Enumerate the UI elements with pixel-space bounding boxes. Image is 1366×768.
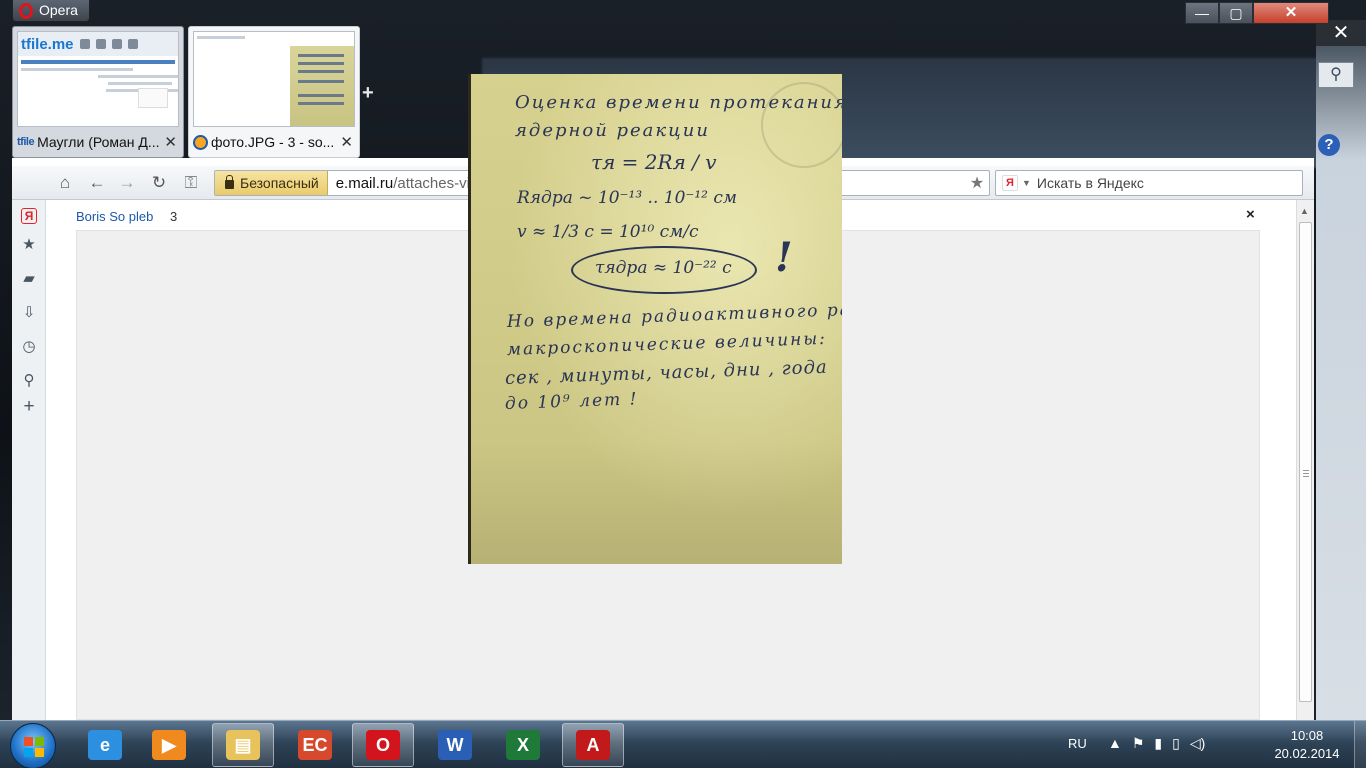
search-input[interactable]	[1036, 175, 1287, 191]
forward-icon[interactable]: →	[116, 172, 138, 194]
tab-thumbnail	[193, 31, 355, 127]
media-player-icon: ▶	[152, 730, 186, 760]
sidebar-bookmarks-icon[interactable]: ★	[18, 234, 40, 256]
tab-thumbnail: tfile.me	[17, 31, 179, 127]
tab-close-icon[interactable]: ✕	[164, 133, 177, 151]
photo-line: макроскопические величины:	[506, 328, 828, 360]
photo-line: Оценка времени протекания	[515, 92, 842, 113]
help-icon[interactable]: ?	[1318, 134, 1340, 156]
taskbar-app-media-player[interactable]: ▶	[138, 723, 200, 767]
tfile-favicon-icon: tfile	[17, 136, 35, 148]
background-window-right	[1316, 20, 1366, 720]
word-icon: W	[438, 730, 472, 760]
secure-label: Безопасный	[240, 175, 319, 191]
opera-menu-button[interactable]: Opera	[12, 0, 90, 22]
taskbar-app-presentation-app[interactable]: EC	[284, 723, 346, 767]
clock-date: 20.02.2014	[1274, 746, 1340, 761]
search-box[interactable]: Я ▼	[995, 170, 1303, 196]
network-icon[interactable]: ▮	[1154, 735, 1162, 752]
battery-icon[interactable]: ▯	[1172, 735, 1180, 752]
photo-line: !	[775, 234, 793, 281]
taskbar-app-internet-explorer[interactable]: e	[74, 723, 136, 767]
tab-photo[interactable]: фото.JPG - 3 - so... ✕	[188, 26, 360, 158]
close-button[interactable]: ✕	[1253, 2, 1329, 24]
attachment-count: 3	[170, 209, 178, 224]
minimize-button[interactable]: —	[1185, 2, 1219, 24]
chevron-down-icon[interactable]: ▼	[1022, 178, 1031, 188]
secure-badge[interactable]: Безопасный	[215, 171, 328, 195]
photo-line: сек , минуты, часы, дни , года	[504, 356, 829, 389]
sidebar-downloads-icon[interactable]: ⇩	[18, 302, 40, 324]
scroll-up-icon[interactable]: ▲	[1300, 206, 1309, 216]
start-button[interactable]	[10, 723, 56, 768]
viewer-close-button[interactable]: ×	[1246, 206, 1255, 223]
clock-time: 10:08	[1290, 728, 1324, 743]
photo-line: v ≈ 1/3 c = 10¹⁰ см/с	[517, 222, 699, 242]
grip-icon	[1303, 470, 1309, 477]
sidebar-add-icon[interactable]: +	[18, 396, 40, 418]
tab-title: фото.JPG - 3 - so...	[211, 134, 335, 150]
taskbar-app-excel[interactable]: X	[492, 723, 554, 767]
sidebar: Я ★ ▰ ⇩ ◷ ⚲ +	[12, 200, 46, 720]
yandex-icon[interactable]: Я	[1002, 175, 1018, 191]
photo-line: ядерной реакции	[515, 120, 710, 141]
opera-icon: O	[366, 730, 400, 760]
opera-menu-label: Opera	[39, 2, 78, 18]
vertical-scrollbar[interactable]: ▲	[1296, 200, 1314, 720]
photo-line: Rядра ~ 10⁻¹³ .. 10⁻¹² см	[517, 188, 738, 208]
back-icon[interactable]: ←	[86, 172, 108, 194]
reload-icon[interactable]: ↻	[148, 172, 170, 194]
tfile-logo: tfile.me	[21, 35, 74, 53]
show-desktop-button[interactable]	[1354, 721, 1366, 768]
photo-line: до 10⁹ лет !	[504, 389, 639, 414]
taskbar-app-opera[interactable]: O	[352, 723, 414, 767]
volume-icon[interactable]: ◁)	[1190, 735, 1205, 752]
tab-close-icon[interactable]: ✕	[340, 133, 353, 151]
new-tab-button[interactable]: +	[362, 82, 374, 105]
sidebar-history-icon[interactable]: ◷	[18, 336, 40, 358]
tab-title: Маугли (Роман Д...	[37, 134, 160, 150]
system-tray: ▲ ⚑ ▮ ▯ ◁)	[1108, 735, 1205, 752]
sidebar-search-icon[interactable]: ⚲	[18, 370, 40, 392]
taskbar-app-acrobat[interactable]: A	[562, 723, 624, 767]
explorer-icon: ▤	[226, 730, 260, 760]
maximize-button[interactable]: ▢	[1219, 2, 1253, 24]
photo-line: τя = 2Rя / v	[591, 150, 717, 174]
attachment-photo: Оценка времени протекания ядерной реакци…	[468, 74, 842, 564]
opera-logo-icon	[19, 3, 33, 19]
sidebar-yandex-icon[interactable]: Я	[21, 208, 37, 224]
bookmark-star-icon[interactable]: ★	[965, 173, 989, 193]
tab-mowgli[interactable]: tfile.me tfile Маугли (Роман Д... ✕	[12, 26, 184, 158]
clock[interactable]: 10:08 20.02.2014	[1262, 727, 1352, 763]
url-host: e.mail.ru	[335, 174, 394, 192]
sidebar-notes-icon[interactable]: ▰	[18, 268, 40, 290]
taskbar: e ▶ ▤ EC O W X A RU ▲ ⚑ ▮ ▯ ◁) 10:08 20.02.2014	[0, 720, 1366, 768]
taskbar-app-word[interactable]: W	[424, 723, 486, 767]
photo-line: τядра ≈ 10⁻²² с	[595, 258, 732, 278]
excel-icon: X	[506, 730, 540, 760]
lock-icon	[225, 174, 234, 189]
presentation-app-icon: EC	[298, 730, 332, 760]
language-indicator[interactable]: RU	[1068, 736, 1087, 751]
mail-favicon-icon	[193, 134, 208, 150]
photo-line: Но времена радиоактивного распада	[506, 297, 842, 332]
sender-name[interactable]: Boris So pleb	[76, 209, 153, 224]
window-controls: — ▢ ✕	[1185, 2, 1329, 24]
background-search-icon[interactable]: ⚲	[1318, 62, 1354, 88]
key-icon[interactable]: ⚿	[180, 172, 202, 194]
internet-explorer-icon: e	[88, 730, 122, 760]
show-hidden-icons-icon[interactable]: ▲	[1108, 735, 1122, 752]
taskbar-app-explorer[interactable]: ▤	[212, 723, 274, 767]
flag-icon[interactable]: ⚑	[1132, 735, 1145, 752]
scrollbar-thumb[interactable]	[1299, 222, 1312, 702]
home-icon[interactable]: ⌂	[54, 172, 76, 194]
acrobat-icon: A	[576, 730, 610, 760]
